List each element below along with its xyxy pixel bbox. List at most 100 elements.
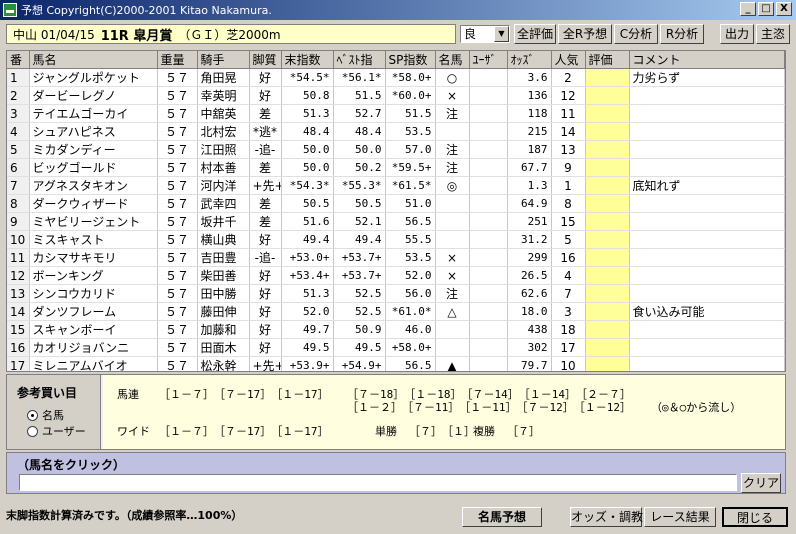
col-weight-cell: ５７ [157, 320, 198, 339]
col-mark-header[interactable]: 名馬 [435, 51, 470, 69]
col-popularity-cell: 1 [551, 176, 586, 195]
col-user-cell [469, 104, 508, 123]
fukusho-bets: ［７］ [507, 425, 540, 438]
col-evaluation-cell [585, 68, 630, 87]
col-comment-cell [629, 140, 785, 159]
col-mark-cell: 注 [435, 284, 470, 303]
c-analysis-button[interactable]: C分析 [614, 24, 658, 44]
col-horse-name-cell[interactable]: カオリジョバンニ [29, 338, 158, 357]
table-row[interactable]: 8 ダークウィザード ５７ 武幸四差 50.5 50.5 51.0 64.9 8 [7, 194, 785, 213]
table-row[interactable]: 12 ボーンキング ５７ 柴田善好 +53.4+ +53.7+ 52.0 × 26.5 4 [7, 266, 785, 285]
col-sp-index-header[interactable]: SP指数 [385, 51, 436, 69]
table-row[interactable]: 1 ジャングルポケット ５７ 角田晃好 *54.5* *56.1* *58.0+ ○ 3.6 2 力… [7, 68, 785, 87]
col-evaluation-header[interactable]: 評価 [585, 51, 630, 69]
radio-user[interactable]: ユーザー [27, 423, 86, 439]
col-horse-name-cell[interactable]: ダークウィザード [29, 194, 158, 213]
app-icon [3, 3, 17, 17]
col-style-header[interactable]: 脚質 [249, 51, 282, 69]
col-sp-index-cell: 56.5 [385, 356, 436, 371]
odds-training-button[interactable]: オッズ・調教 [570, 507, 643, 527]
meiba-predict-button[interactable]: 名馬予想 [462, 507, 542, 527]
table-row[interactable]: 17ミレニアムバイオ５７松永幹+先++53.9++54.9+56.5▲ 79.71… [7, 356, 785, 371]
col-jockey-header[interactable]: 騎手 [197, 51, 250, 69]
col-horse-name-cell[interactable]: ミスキャスト [29, 230, 158, 249]
col-weight-header[interactable]: 重量 [157, 51, 198, 69]
col-horse-name-cell[interactable]: アグネスタキオン [29, 176, 158, 195]
col-horse-name-cell[interactable]: テイエムゴーカイ [29, 104, 158, 123]
table-row[interactable]: 14 ダンツフレーム ５７ 藤田伸好 52.0 52.5 *61.0* △ 18.0 3 食い込み可… [7, 302, 785, 321]
col-number-header[interactable]: 番 [7, 51, 30, 69]
table-row[interactable]: 3 テイエムゴーカイ ５７ 中舘英差 51.3 52.7 51.5 注 118 11 [7, 104, 785, 123]
col-horse-name-cell[interactable]: シンコウカリド [29, 284, 158, 303]
col-horse-name-cell[interactable]: ミヤビリージェント [29, 212, 158, 231]
clear-button[interactable]: クリア [741, 473, 781, 493]
col-mark-cell [435, 320, 470, 339]
col-sp-index-cell: +58.0+ [385, 338, 436, 357]
col-horse-name-cell[interactable]: スキャンボーイ [29, 320, 158, 339]
col-horse-name-cell[interactable]: ミカダンディー [29, 140, 158, 159]
close-button[interactable]: 閉じる [722, 507, 788, 527]
col-style-cell: -追- [249, 140, 282, 159]
col-comment-header[interactable]: コメント [629, 51, 785, 69]
owner-button[interactable]: 主恣 [756, 24, 790, 44]
col-horse-name-cell[interactable]: ダービーレグノ [29, 86, 158, 105]
table-row[interactable]: 2 ダービーレグノ ５７ 幸英明好 50.8 51.5 *60.0+ × 136 12 [7, 86, 785, 105]
col-best-index-cell: 52.1 [333, 212, 386, 231]
chevron-down-icon[interactable]: ▼ [494, 26, 509, 42]
col-best-index-header[interactable]: ﾍﾞｽﾄ指 [333, 51, 386, 69]
col-sue-index-cell: +53.0+ [281, 248, 334, 267]
table-row[interactable]: 11 カシマサキモリ ５７ 吉田豊 -追- +53.0+ +53.7+ 53.5 × 299 16 [7, 248, 785, 267]
table-row[interactable]: 7アグネスタキオン５７河内洋+先+*54.3**55.3**61.5*◎ 1.31… [7, 176, 785, 195]
radio-unselected-icon[interactable] [27, 425, 38, 437]
col-popularity-cell: 2 [551, 68, 586, 87]
col-odds-cell: 79.7 [507, 356, 552, 371]
table-row[interactable]: 13 シンコウカリド ５７ 田中勝好 51.3 52.5 56.0 注 62.6 7 [7, 284, 785, 303]
col-style-cell: 好 [249, 284, 282, 303]
table-row[interactable]: 16 カオリジョバンニ ５７ 田面木好 49.5 49.5 +58.0+ 302 17 [7, 338, 785, 357]
col-weight-cell: ５７ [157, 122, 198, 141]
col-mark-cell: 注 [435, 158, 470, 177]
col-horse-name-cell[interactable]: シュアハピネス [29, 122, 158, 141]
close-window-button[interactable]: X [776, 2, 792, 16]
maximize-button[interactable]: □ [758, 2, 774, 16]
col-sue-index-header[interactable]: 末指数 [281, 51, 334, 69]
horse-name-field[interactable] [19, 474, 737, 491]
col-user-header[interactable]: ﾕｰｻﾞ [469, 51, 508, 69]
table-row[interactable]: 6 ビッグゴールド ５７ 村本善差 50.0 50.2 *59.5+ 注 67.7 9 [7, 158, 785, 177]
col-number-cell: 11 [7, 248, 30, 267]
horse-click-panel: （馬名をクリック） クリア [6, 452, 786, 494]
radio-meiba[interactable]: 名馬 [27, 407, 64, 423]
col-user-cell [469, 122, 508, 141]
col-best-index-cell: 49.5 [333, 338, 386, 357]
col-mark-cell: ▲ [435, 356, 470, 371]
race-result-button[interactable]: レース結果 [644, 507, 716, 527]
col-odds-header[interactable]: ｵｯｽﾞ [507, 51, 552, 69]
r-analysis-button[interactable]: R分析 [660, 24, 704, 44]
col-jockey-cell: 田面木 [197, 338, 250, 357]
radio-selected-icon[interactable] [27, 409, 38, 421]
col-horse-name-cell[interactable]: ミレニアムバイオ [29, 356, 158, 371]
output-button[interactable]: 出力 [720, 24, 754, 44]
col-popularity-header[interactable]: 人気 [551, 51, 586, 69]
minimize-button[interactable]: _ [740, 2, 756, 16]
col-sue-index-cell: 50.8 [281, 86, 334, 105]
table-row[interactable]: 9 ミヤビリージェント ５７ 坂井千差 51.6 52.1 56.5 251 15 [7, 212, 785, 231]
table-row[interactable]: 10 ミスキャスト ５７ 横山典好 49.4 49.4 55.5 31.2 5 [7, 230, 785, 249]
all-eval-button[interactable]: 全評価 [514, 24, 556, 44]
col-sue-index-cell: +53.4+ [281, 266, 334, 285]
all-r-predict-button[interactable]: 全R予想 [558, 24, 612, 44]
table-row[interactable]: 5 ミカダンディー ５７ 江田照 -追- 50.0 50.0 57.0 注 187 13 [7, 140, 785, 159]
col-weight-cell: ５７ [157, 68, 198, 87]
col-horse-name-cell[interactable]: ビッグゴールド [29, 158, 158, 177]
col-horse-name-cell[interactable]: ボーンキング [29, 266, 158, 285]
col-horse-name-cell[interactable]: ジャングルポケット [29, 68, 158, 87]
col-horse-name-cell[interactable]: カシマサキモリ [29, 248, 158, 267]
col-horse-name-cell[interactable]: ダンツフレーム [29, 302, 158, 321]
table-row[interactable]: 15 スキャンボーイ ５７ 加藤和好 49.7 50.9 46.0 438 18 [7, 320, 785, 339]
col-user-cell [469, 302, 508, 321]
track-condition-select[interactable]: 良 ▼ [460, 25, 510, 43]
col-horse-name-header[interactable]: 馬名 [29, 51, 158, 69]
col-jockey-cell: 角田晃 [197, 68, 250, 87]
table-row[interactable]: 4 シュアハピネス ５７ 北村宏 *逃* 48.4 48.4 53.5 215 14 [7, 122, 785, 141]
col-jockey-cell: 横山典 [197, 230, 250, 249]
